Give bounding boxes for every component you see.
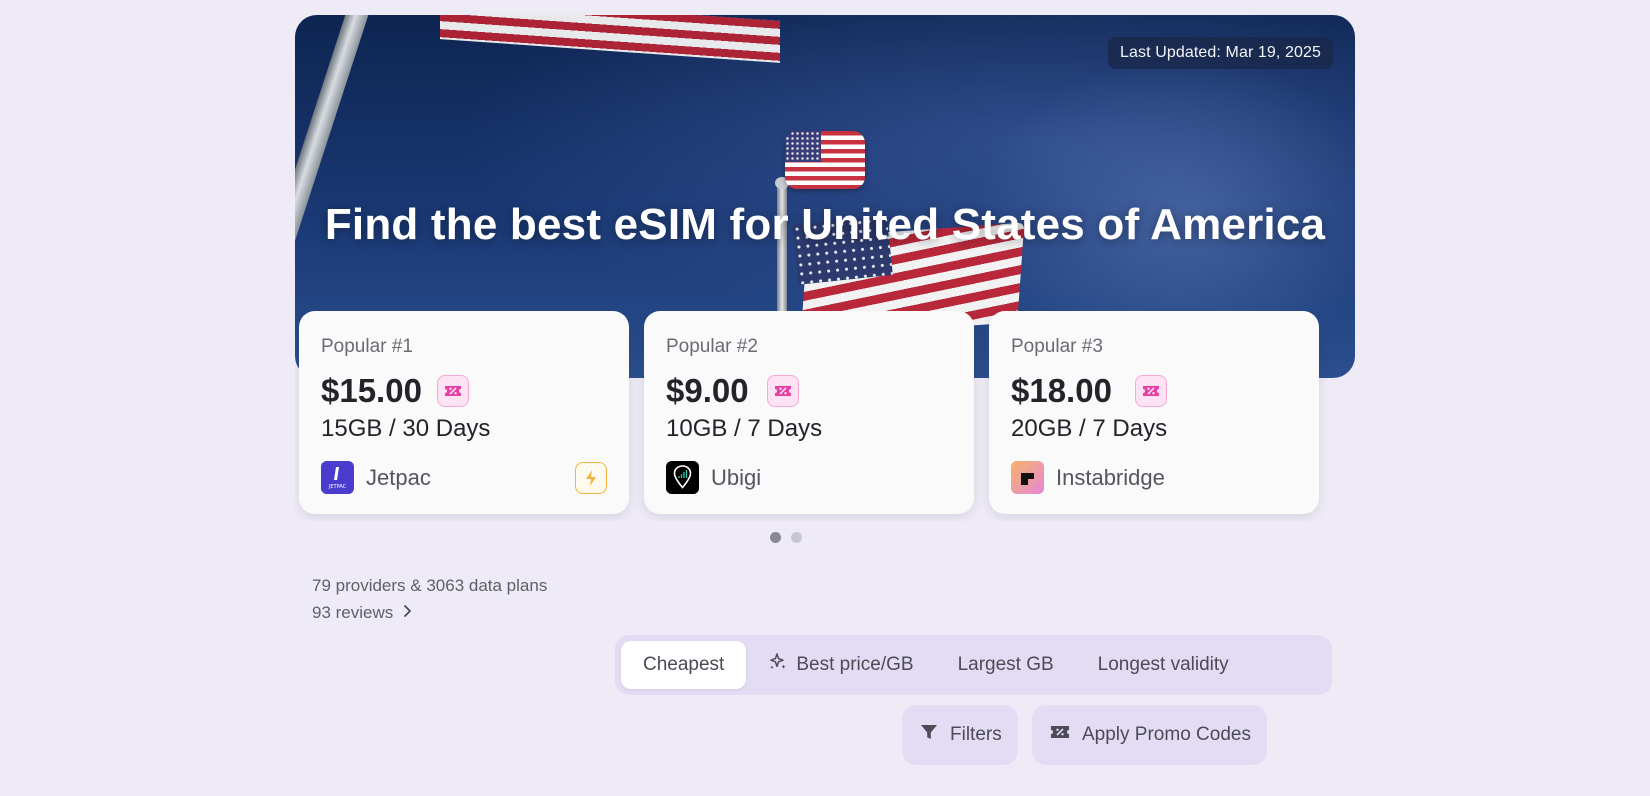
page-title: Find the best eSIM for United States of … [324, 200, 1326, 249]
carousel-pagination [770, 532, 802, 543]
filters-button[interactable]: Filters [902, 705, 1018, 765]
carousel-dot-1[interactable] [770, 532, 781, 543]
provider-name: Instabridge [1056, 465, 1165, 490]
jetpac-logo-icon: JETPAC [321, 461, 354, 494]
plan-rank: Popular #2 [666, 336, 758, 357]
lightning-icon [575, 462, 607, 494]
plan-details: 10GB / 7 Days [666, 415, 823, 442]
plan-details: 15GB / 30 Days [321, 415, 491, 442]
svg-text:JETPAC: JETPAC [328, 484, 347, 490]
instabridge-logo-icon [1011, 461, 1044, 494]
plan-rank: Popular #3 [1011, 336, 1103, 357]
popular-plan-card[interactable]: Popular #1 $15.00 15GB / 30 Days JETPAC … [299, 311, 629, 514]
promo-ticket-icon [437, 375, 469, 407]
tab-largest-gb[interactable]: Largest GB [936, 641, 1076, 689]
reviews-label: 93 reviews [312, 603, 394, 622]
carousel-dot-2[interactable] [791, 532, 802, 543]
providers-summary: 79 providers & 3063 data plans [312, 576, 548, 595]
plan-details: 20GB / 7 Days [1011, 415, 1168, 442]
tab-label: Longest validity [1097, 654, 1229, 675]
provider-name: Ubigi [711, 465, 762, 490]
tab-label: Largest GB [957, 654, 1054, 675]
tab-label: Cheapest [643, 654, 725, 675]
last-updated-badge: Last Updated: Mar 19, 2025 [1108, 37, 1333, 69]
tab-best-price-per-gb[interactable]: Best price/GB [746, 641, 935, 689]
plan-price: $15.00 [321, 372, 422, 409]
promo-ticket-icon [767, 375, 799, 407]
page-container: Last Updated: Mar 19, 2025 Find the best… [295, 15, 1355, 796]
apply-promo-codes-button[interactable]: Apply Promo Codes [1032, 705, 1267, 765]
plan-price: $9.00 [666, 372, 749, 409]
filters-label: Filters [950, 724, 1002, 745]
promo-ticket-icon [1135, 375, 1167, 407]
ticket-icon [1050, 724, 1070, 746]
sort-tabs: Cheapest Best price/GB Largest GB Longes… [615, 635, 1332, 695]
sparkle-icon [768, 652, 788, 678]
tab-label: Best price/GB [796, 654, 914, 675]
popular-plan-card[interactable]: Popular #2 $9.00 10GB / 7 Days Ubigi [644, 311, 974, 514]
plan-rank: Popular #1 [321, 336, 413, 357]
chevron-right-icon [403, 603, 412, 623]
provider-name: Jetpac [366, 465, 431, 490]
tab-cheapest[interactable]: Cheapest [621, 641, 747, 689]
us-flag-icon [785, 131, 865, 189]
promo-label: Apply Promo Codes [1082, 724, 1251, 745]
hero-flag-photo-top [440, 15, 780, 63]
tab-longest-validity[interactable]: Longest validity [1076, 641, 1251, 689]
popular-plan-card[interactable]: Popular #3 $18.00 20GB / 7 Days Instabri… [989, 311, 1319, 514]
popular-plans-carousel: Popular #1 $15.00 15GB / 30 Days JETPAC … [295, 311, 1355, 521]
reviews-link[interactable]: 93 reviews [312, 603, 412, 623]
plan-price: $18.00 [1011, 372, 1112, 409]
ubigi-logo-icon [666, 461, 699, 494]
filter-funnel-icon [920, 723, 938, 747]
